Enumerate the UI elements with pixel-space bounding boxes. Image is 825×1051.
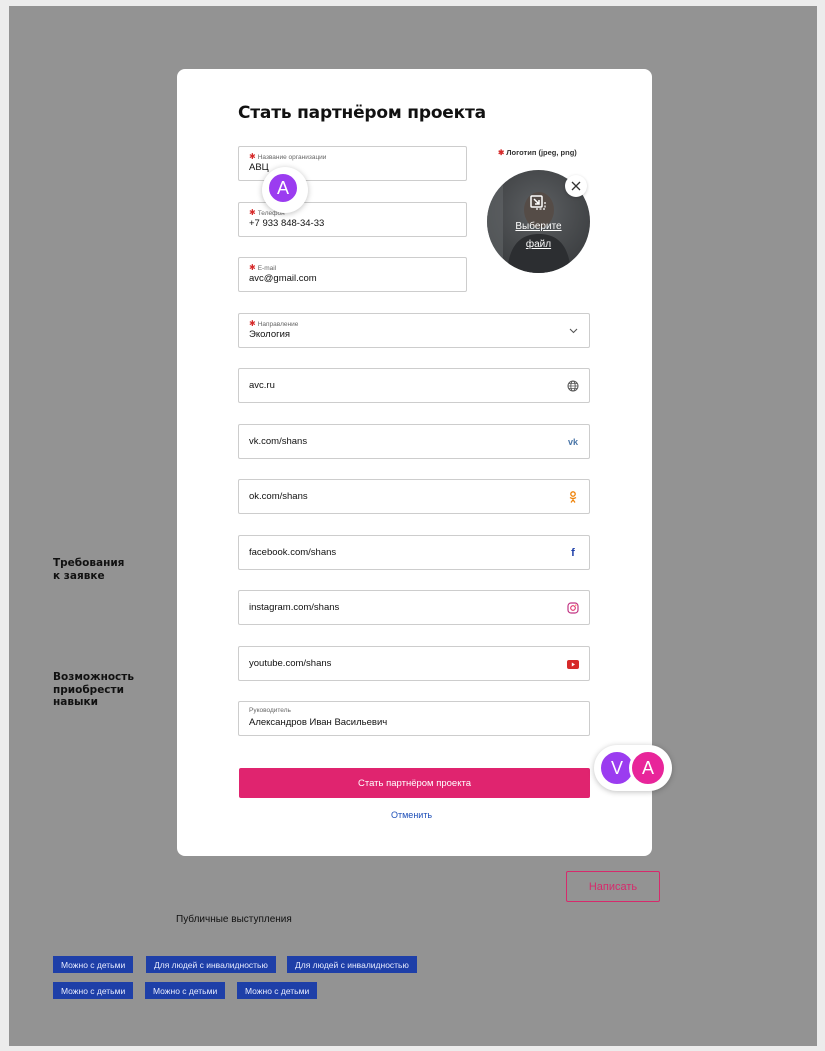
avatar[interactable]: A — [266, 171, 300, 205]
tag-chip[interactable]: Можно с детьми — [53, 982, 134, 999]
direction-select[interactable]: ✱ Направление Экология — [238, 313, 590, 348]
tag-chip[interactable]: Для людей с инвалидностью — [287, 956, 417, 973]
tag-chip[interactable]: Можно с детьми — [237, 982, 318, 999]
public-talks-label: Публичные выступления — [176, 914, 292, 925]
become-partner-button[interactable]: Стать партнёром проекта — [239, 768, 590, 798]
globe-icon — [566, 379, 580, 393]
remove-logo-button[interactable] — [565, 175, 587, 197]
instagram-value: instagram.com/shans — [249, 602, 340, 613]
chevron-down-icon — [566, 324, 580, 338]
vk-value: vk.com/shans — [249, 436, 308, 447]
required-marker: ✱ — [249, 263, 256, 272]
requirements-label: Требования к заявке — [53, 557, 125, 582]
ok-field[interactable]: ok.com/shans — [238, 479, 590, 514]
ok-value: ok.com/shans — [249, 491, 308, 502]
cancel-link[interactable]: Отменить — [391, 810, 432, 820]
direction-value: Экология — [249, 329, 291, 340]
choose-file-link[interactable]: Выберите файл — [487, 218, 590, 254]
facebook-field[interactable]: facebook.com/shans f — [238, 535, 590, 570]
required-marker: ✱ — [498, 148, 505, 157]
modal-title: Стать партнёром проекта — [238, 103, 486, 123]
tag-chip[interactable]: Можно с детьми — [145, 982, 226, 999]
required-marker: ✱ — [249, 208, 256, 217]
youtube-value: youtube.com/shans — [249, 658, 332, 669]
tag-chip[interactable]: Можно с детьми — [53, 956, 134, 973]
website-field[interactable]: avc.ru — [238, 368, 590, 403]
org-name-value: АВЦ — [249, 162, 269, 173]
close-icon — [571, 181, 581, 191]
upload-file-icon — [530, 195, 546, 210]
logo-label: ✱ Логотип (jpeg, png) — [498, 148, 577, 157]
youtube-field[interactable]: youtube.com/shans — [238, 646, 590, 681]
vk-field[interactable]: vk.com/shans vk — [238, 424, 590, 459]
odnoklassniki-icon — [566, 490, 580, 504]
facebook-value: facebook.com/shans — [249, 547, 337, 558]
director-value: Александров Иван Васильевич — [249, 717, 388, 728]
org-name-label: Название организации — [257, 154, 327, 161]
youtube-icon — [566, 657, 580, 671]
email-field[interactable]: ✱ E-mail avc@gmail.com — [238, 257, 467, 292]
instagram-field[interactable]: instagram.com/shans — [238, 590, 590, 625]
email-label: E-mail — [257, 265, 277, 272]
facebook-icon: f — [571, 547, 575, 559]
avatar[interactable]: A — [629, 749, 667, 787]
director-label: Руководитель — [249, 707, 291, 714]
vk-icon: vk — [567, 437, 578, 447]
required-marker: ✱ — [249, 152, 256, 161]
email-value: avc@gmail.com — [249, 273, 317, 284]
website-value: avc.ru — [249, 380, 275, 391]
write-button[interactable]: Написать — [566, 871, 660, 902]
tag-chip[interactable]: Для людей с инвалидностью — [146, 956, 276, 973]
phone-value: +7 933 848-34-33 — [249, 218, 325, 229]
required-marker: ✱ — [249, 319, 256, 328]
instagram-icon — [566, 601, 580, 615]
direction-label: Направление — [257, 321, 299, 328]
skills-label: Возможность приобрести навыки — [53, 671, 134, 708]
director-field[interactable]: Руководитель Александров Иван Васильевич — [238, 701, 590, 736]
